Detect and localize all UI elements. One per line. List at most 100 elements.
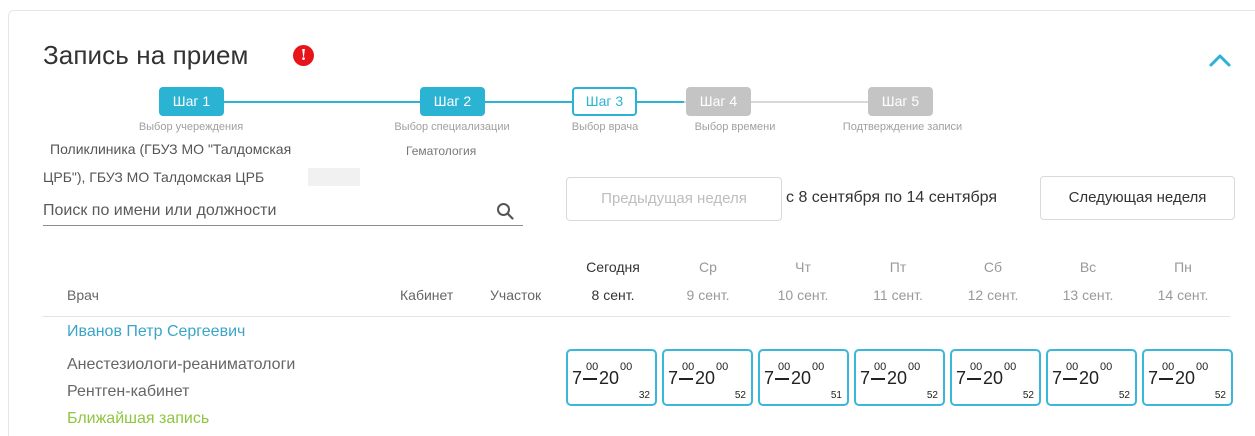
slot-start-hour: 7 bbox=[572, 368, 582, 389]
time-slot-button[interactable]: 7 002000 52 bbox=[1142, 349, 1233, 406]
info-icon[interactable]: ! bbox=[293, 45, 314, 66]
slot-end-minutes: 00 bbox=[908, 361, 920, 373]
step-4-caption: Выбор времени bbox=[675, 121, 795, 133]
day-name: Пт bbox=[853, 257, 943, 277]
slot-start-hour: 7 bbox=[860, 368, 870, 389]
slot-start-hour: 7 bbox=[956, 368, 966, 389]
time-slot-button[interactable]: 7 002000 32 bbox=[566, 349, 657, 406]
slot-end-hour: 20 bbox=[599, 368, 619, 389]
slot-dash bbox=[679, 378, 693, 380]
col-room: Кабинет bbox=[400, 287, 453, 303]
slot-count: 52 bbox=[1215, 390, 1226, 401]
slot-start-minutes: 00 bbox=[970, 361, 982, 373]
slot-end-minutes: 00 bbox=[620, 361, 632, 373]
day-name: Сегодня bbox=[568, 257, 658, 277]
slot-count: 52 bbox=[1119, 390, 1130, 401]
day-name: Ср bbox=[663, 257, 753, 277]
search-field bbox=[43, 198, 523, 226]
slot-start-hour: 7 bbox=[668, 368, 678, 389]
week-range: с 8 сентября по 14 сентября bbox=[786, 189, 997, 207]
day-date: 13 сент. bbox=[1043, 285, 1133, 305]
slot-start-minutes: 00 bbox=[682, 361, 694, 373]
doctor-specialty: Анестезиологи-реаниматологи bbox=[67, 356, 295, 374]
day-name: Чт bbox=[758, 257, 848, 277]
day-header: Сегодня 8 сент. bbox=[568, 257, 658, 305]
time-slot-button[interactable]: 7 002000 52 bbox=[1046, 349, 1137, 406]
slot-dash bbox=[967, 378, 981, 380]
slot-count: 52 bbox=[927, 390, 938, 401]
prev-week-button[interactable]: Предыдущая неделя bbox=[566, 177, 782, 221]
nearest-appointment-link[interactable]: Ближайшая запись bbox=[67, 410, 209, 428]
search-icon[interactable] bbox=[496, 202, 514, 220]
step-5-caption: Подтверждение записи bbox=[815, 121, 990, 133]
day-name: Сб bbox=[948, 257, 1038, 277]
step-connector bbox=[636, 101, 686, 103]
step-1[interactable]: Шаг 1 bbox=[159, 87, 224, 116]
redacted-area bbox=[308, 168, 360, 186]
slot-start-minutes: 00 bbox=[778, 361, 790, 373]
slot-dash bbox=[583, 378, 597, 380]
slot-end-minutes: 00 bbox=[1100, 361, 1112, 373]
next-week-button[interactable]: Следующая неделя bbox=[1040, 176, 1235, 220]
time-slot-button[interactable]: 7 002000 52 bbox=[662, 349, 753, 406]
slot-start-hour: 7 bbox=[764, 368, 774, 389]
slot-end-minutes: 00 bbox=[716, 361, 728, 373]
page-title: Запись на прием bbox=[43, 40, 248, 71]
chevron-up-icon[interactable] bbox=[1206, 50, 1234, 70]
col-area: Участок bbox=[490, 287, 541, 303]
day-name: Пн bbox=[1138, 257, 1228, 277]
slot-end-minutes: 00 bbox=[1004, 361, 1016, 373]
col-doctor: Врач bbox=[67, 287, 99, 303]
slot-end-hour: 20 bbox=[791, 368, 811, 389]
step-connector bbox=[484, 101, 572, 103]
day-header: Ср 9 сент. bbox=[663, 257, 753, 305]
day-date: 12 сент. bbox=[948, 285, 1038, 305]
slot-end-hour: 20 bbox=[983, 368, 1003, 389]
slot-end-hour: 20 bbox=[1079, 368, 1099, 389]
doctor-room: Рентген-кабинет bbox=[67, 383, 189, 401]
header-divider bbox=[43, 316, 1230, 317]
selected-clinic: Поликлиника (ГБУЗ МО "Талдомская ЦРБ"), … bbox=[50, 139, 291, 188]
doctor-name-link[interactable]: Иванов Петр Сергеевич bbox=[67, 323, 245, 341]
step-5: Шаг 5 bbox=[868, 87, 933, 116]
slot-start-hour: 7 bbox=[1052, 368, 1062, 389]
day-header: Чт 10 сент. bbox=[758, 257, 848, 305]
time-slot-button[interactable]: 7 002000 52 bbox=[854, 349, 945, 406]
step-3[interactable]: Шаг 3 bbox=[572, 87, 637, 116]
day-date: 11 сент. bbox=[853, 285, 943, 305]
step-2[interactable]: Шаг 2 bbox=[420, 87, 485, 116]
slot-end-hour: 20 bbox=[1175, 368, 1195, 389]
slot-dash bbox=[1159, 378, 1173, 380]
day-date: 9 сент. bbox=[663, 285, 753, 305]
slot-dash bbox=[775, 378, 789, 380]
slot-count: 51 bbox=[831, 390, 842, 401]
slot-start-minutes: 00 bbox=[1066, 361, 1078, 373]
slot-end-hour: 20 bbox=[695, 368, 715, 389]
step-4: Шаг 4 bbox=[686, 87, 751, 116]
step-2-caption: Выбор специализации bbox=[372, 121, 532, 133]
slot-start-minutes: 00 bbox=[586, 361, 598, 373]
day-date: 8 сент. bbox=[568, 285, 658, 305]
slot-count: 32 bbox=[639, 390, 650, 401]
slot-end-minutes: 00 bbox=[812, 361, 824, 373]
slot-start-minutes: 00 bbox=[874, 361, 886, 373]
day-date: 14 сент. bbox=[1138, 285, 1228, 305]
slot-end-minutes: 00 bbox=[1196, 361, 1208, 373]
slot-start-minutes: 00 bbox=[1162, 361, 1174, 373]
slot-end-hour: 20 bbox=[887, 368, 907, 389]
selected-specialization: Гематология bbox=[406, 141, 476, 162]
step-1-caption: Выбор учереждения bbox=[121, 121, 261, 133]
day-header: Вс 13 сент. bbox=[1043, 257, 1133, 305]
day-date: 10 сент. bbox=[758, 285, 848, 305]
step-3-caption: Выбор врача bbox=[555, 121, 655, 133]
day-name: Вс bbox=[1043, 257, 1133, 277]
slot-start-hour: 7 bbox=[1148, 368, 1158, 389]
time-slot-button[interactable]: 7 002000 51 bbox=[758, 349, 849, 406]
slot-dash bbox=[871, 378, 885, 380]
step-connector bbox=[222, 101, 420, 103]
slot-count: 52 bbox=[1023, 390, 1034, 401]
search-input[interactable] bbox=[43, 198, 473, 224]
slot-count: 52 bbox=[735, 390, 746, 401]
time-slot-button[interactable]: 7 002000 52 bbox=[950, 349, 1041, 406]
day-header: Сб 12 сент. bbox=[948, 257, 1038, 305]
